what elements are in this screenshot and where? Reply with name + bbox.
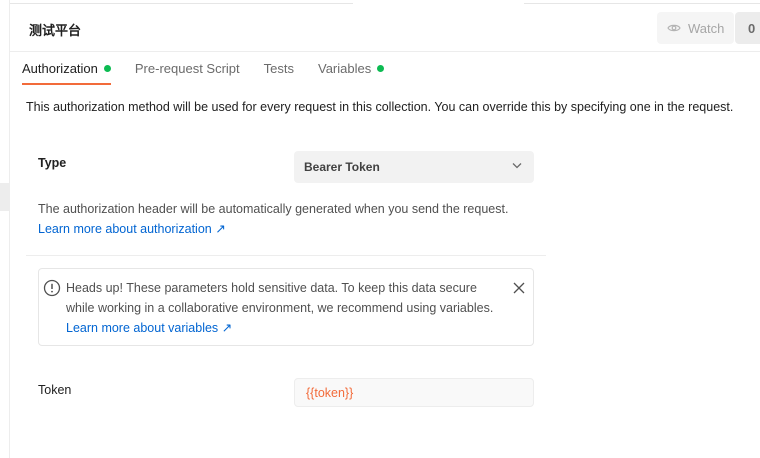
learn-more-authorization-link[interactable]: Learn more about authorization ↗ xyxy=(38,221,226,236)
sidebar-scroll-handle[interactable] xyxy=(0,183,9,211)
watch-label: Watch xyxy=(688,20,725,36)
auth-type-select[interactable]: Bearer Token xyxy=(294,151,534,183)
tab-label: Tests xyxy=(263,60,294,76)
token-label: Token xyxy=(38,383,72,397)
eye-icon xyxy=(667,24,681,32)
collection-title: 测试平台 xyxy=(29,24,82,39)
close-icon[interactable] xyxy=(513,282,525,294)
token-input[interactable]: {{token}} xyxy=(294,378,534,407)
auth-type-value: Bearer Token xyxy=(304,160,380,174)
type-label: Type xyxy=(38,156,67,170)
chevron-down-icon xyxy=(512,163,522,169)
collection-tabs: Authorization Pre-request Script Tests V… xyxy=(22,52,408,85)
status-dot xyxy=(103,64,111,72)
tab-label: Variables xyxy=(318,60,372,76)
tab-authorization[interactable]: Authorization xyxy=(22,52,111,85)
divider xyxy=(26,255,546,256)
tab-tests[interactable]: Tests xyxy=(264,52,294,84)
auth-description: This authorization method will be used f… xyxy=(26,100,734,114)
learn-more-variables-link[interactable]: Learn more about variables ↗ xyxy=(66,321,232,335)
watch-button[interactable]: Watch xyxy=(657,12,734,44)
tab-pre-request-script[interactable]: Pre-request Script xyxy=(135,52,240,84)
sidebar-edge xyxy=(0,0,10,458)
info-circle-icon xyxy=(43,279,61,297)
watch-count[interactable]: 0 xyxy=(735,12,760,44)
sensitive-data-alert: Heads up! These parameters hold sensitiv… xyxy=(38,268,534,346)
collection-header: 测试平台 Watch 0 xyxy=(10,4,760,52)
tab-label: Pre-request Script xyxy=(134,60,240,76)
alert-text: Heads up! These parameters hold sensitiv… xyxy=(66,281,494,315)
auth-header-note: The authorization header will be automat… xyxy=(38,202,509,216)
tab-variables[interactable]: Variables xyxy=(318,52,385,84)
alert-message: Heads up! These parameters hold sensitiv… xyxy=(66,278,496,338)
status-dot xyxy=(377,64,385,72)
tab-label: Authorization xyxy=(22,60,98,76)
